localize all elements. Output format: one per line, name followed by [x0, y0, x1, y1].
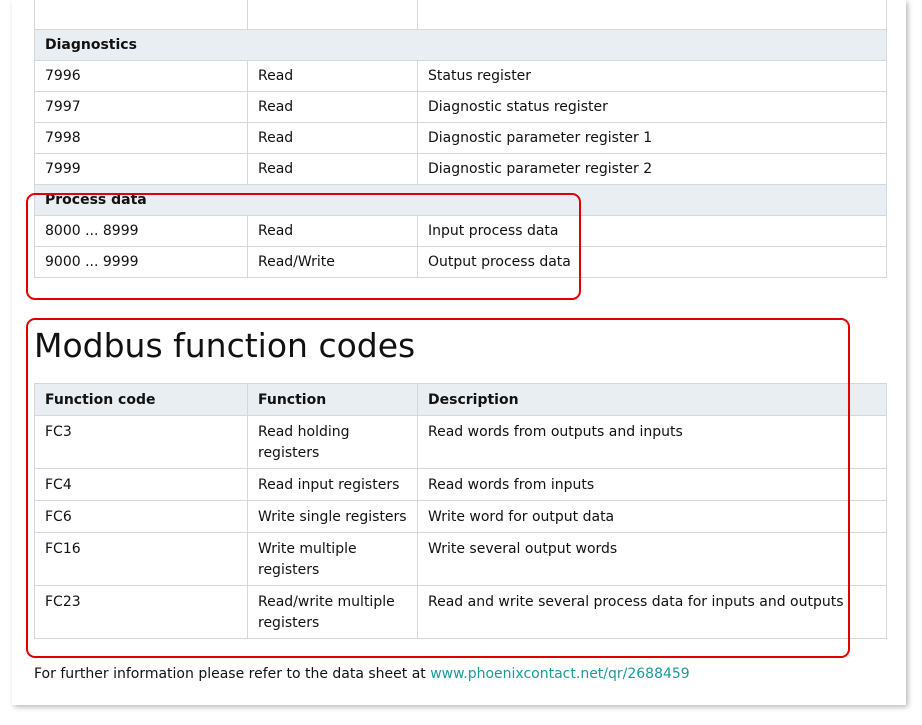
- function-description: Write word for output data: [417, 500, 887, 533]
- register-access: Read: [247, 153, 418, 185]
- register-description: Diagnostic status register: [417, 91, 887, 123]
- register-access: Read: [247, 91, 418, 123]
- register-access: Read: [247, 215, 418, 247]
- function-description: Read and write several process data for …: [417, 585, 887, 639]
- document-page: Diagnostics 7996 Read Status register 79…: [12, 0, 906, 705]
- table-row: FC23 Read/write multiple registers Read …: [34, 585, 887, 639]
- function-code: FC23: [34, 585, 248, 639]
- column-header-function: Function: [247, 383, 418, 416]
- register-address: 9000 ... 9999: [34, 246, 248, 278]
- footer-text: For further information please refer to …: [34, 666, 431, 682]
- function-code: FC6: [34, 500, 248, 533]
- register-description: Diagnostic parameter register 1: [417, 122, 887, 154]
- register-access: Read/Write: [247, 246, 418, 278]
- datasheet-link[interactable]: www.phoenixcontact.net/qr/2688459: [430, 666, 690, 682]
- register-access: Read: [247, 60, 418, 92]
- section-header-process-data: Process data: [34, 184, 887, 216]
- register-address: 7998: [34, 122, 248, 154]
- function-code: FC16: [34, 532, 248, 586]
- function-name: Read input registers: [247, 468, 418, 501]
- table-row: 7998 Read Diagnostic parameter register …: [34, 122, 887, 154]
- table-row: 9000 ... 9999 Read/Write Output process …: [34, 246, 887, 278]
- function-description: Write several output words: [417, 532, 887, 586]
- function-name: Write multiple registers: [247, 532, 418, 586]
- function-description: Read words from outputs and inputs: [417, 415, 887, 469]
- column-header-function-code: Function code: [34, 383, 248, 416]
- register-access: Read: [247, 122, 418, 154]
- function-name: Write single registers: [247, 500, 418, 533]
- register-address: 7997: [34, 91, 248, 123]
- column-header-description: Description: [417, 383, 887, 416]
- register-description: Status register: [417, 60, 887, 92]
- table-row: 7997 Read Diagnostic status register: [34, 91, 887, 123]
- function-name: Read holding registers: [247, 415, 418, 469]
- register-description: Input process data: [417, 215, 887, 247]
- function-code-table: Function code Function Description FC3 R…: [34, 383, 887, 639]
- table-row: FC6 Write single registers Write word fo…: [34, 500, 887, 533]
- table-row: 7999 Read Diagnostic parameter register …: [34, 153, 887, 185]
- register-description: Diagnostic parameter register 2: [417, 153, 887, 185]
- table-row: FC16 Write multiple registers Write seve…: [34, 532, 887, 586]
- section-header-diagnostics: Diagnostics: [34, 29, 887, 61]
- footer-note: For further information please refer to …: [34, 666, 690, 682]
- function-code: FC3: [34, 415, 248, 469]
- table-header-row: Function code Function Description: [34, 383, 887, 416]
- table-row: 8000 ... 8999 Read Input process data: [34, 215, 887, 247]
- register-description: Output process data: [417, 246, 887, 278]
- table-row: [34, 0, 887, 30]
- table-row: FC3 Read holding registers Read words fr…: [34, 415, 887, 469]
- section-title: Process data: [34, 184, 887, 216]
- register-table: Diagnostics 7996 Read Status register 79…: [34, 0, 887, 278]
- register-address: 8000 ... 8999: [34, 215, 248, 247]
- function-description: Read words from inputs: [417, 468, 887, 501]
- register-address: 7996: [34, 60, 248, 92]
- function-name: Read/write multiple registers: [247, 585, 418, 639]
- section-title: Diagnostics: [34, 29, 887, 61]
- function-code: FC4: [34, 468, 248, 501]
- table-row: FC4 Read input registers Read words from…: [34, 468, 887, 501]
- modbus-heading: Modbus function codes: [34, 326, 416, 365]
- table-row: 7996 Read Status register: [34, 60, 887, 92]
- register-address: 7999: [34, 153, 248, 185]
